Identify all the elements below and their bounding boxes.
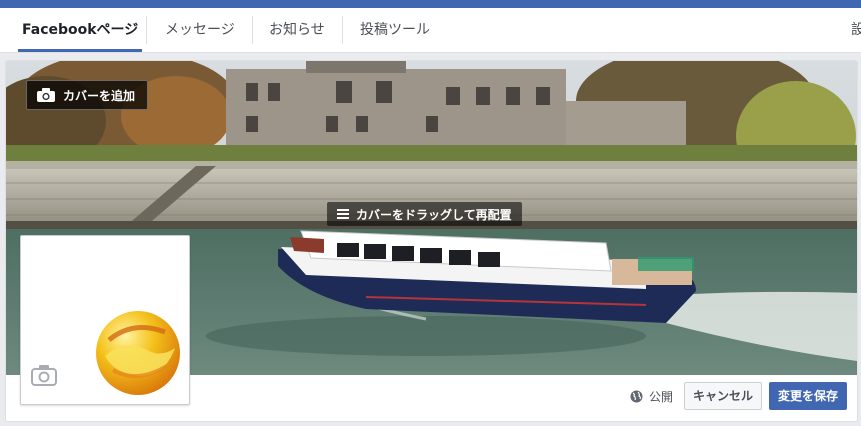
tab-divider — [252, 16, 253, 44]
camera-icon[interactable] — [31, 364, 57, 386]
tab-settings[interactable]: 設 — [851, 8, 861, 52]
cover-editor: カバーを追加 カバーをドラッグして再配置 公開 キャンセル 変更を保存 — [5, 60, 858, 422]
tab-divider — [146, 16, 147, 44]
add-cover-label: カバーを追加 — [63, 88, 136, 103]
cover-actions: 公開 キャンセル 変更を保存 — [630, 382, 847, 410]
tab-divider — [342, 16, 343, 44]
page-tabs: Facebookページ メッセージ お知らせ 投稿ツール 設 — [0, 8, 861, 53]
profile-picture[interactable] — [20, 235, 190, 405]
privacy-label: 公開 — [648, 389, 673, 404]
tab-notifications[interactable]: お知らせ — [269, 8, 325, 52]
cancel-button[interactable]: キャンセル — [683, 382, 762, 410]
tab-messages[interactable]: メッセージ — [165, 8, 235, 52]
camera-icon — [37, 88, 55, 102]
drag-hint-label: カバーをドラッグして再配置 — [356, 207, 512, 222]
tab-publishing-tools[interactable]: 投稿ツール — [360, 8, 430, 52]
hamburger-icon — [337, 209, 349, 219]
save-changes-button[interactable]: 変更を保存 — [768, 382, 847, 410]
tab-facebook-page[interactable]: Facebookページ — [17, 8, 143, 52]
privacy-selector[interactable]: 公開 — [630, 388, 673, 405]
drag-to-reposition-hint[interactable]: カバーをドラッグして再配置 — [327, 202, 522, 226]
top-bar — [0, 0, 861, 8]
add-cover-button[interactable]: カバーを追加 — [26, 80, 149, 110]
page-logo — [96, 311, 180, 395]
globe-icon — [630, 390, 643, 402]
